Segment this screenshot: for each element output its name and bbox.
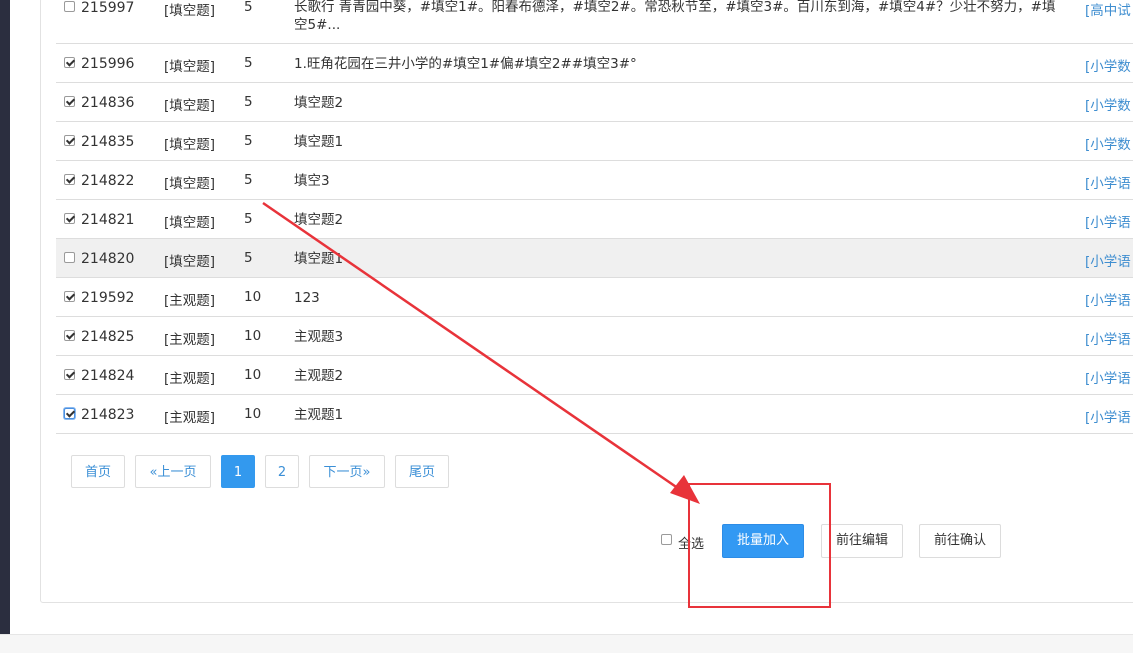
go-edit-button[interactable]: 前往编辑 <box>821 524 903 558</box>
select-all-label: 全选 <box>678 537 705 552</box>
question-id: 214824 <box>81 368 135 384</box>
question-id: 214821 <box>81 212 135 228</box>
next-page-button[interactable]: 下一页» <box>309 455 385 488</box>
table-row[interactable]: 214824 [主观题] 10 主观题2 [小学语 <box>56 356 1133 395</box>
table-row[interactable]: 215997 [填空题] 5 长歌行 青青园中葵，#填空1#。阳春布德泽，#填空… <box>56 0 1133 44</box>
row-checkbox[interactable] <box>64 408 75 419</box>
question-category-link[interactable]: [小学语 <box>1085 406 1131 426</box>
question-score: 5 <box>244 133 253 149</box>
question-score: 5 <box>244 250 253 266</box>
question-score: 10 <box>244 328 262 344</box>
question-score: 5 <box>244 211 253 227</box>
question-category-link[interactable]: [小学数 <box>1085 133 1131 153</box>
row-checkbox[interactable] <box>64 1 75 12</box>
left-sidebar-rail <box>0 0 10 634</box>
question-type: [填空题] <box>164 215 216 231</box>
table-row[interactable]: 214836 [填空题] 5 填空题2 [小学数 <box>56 83 1133 122</box>
question-score: 10 <box>244 289 262 305</box>
question-title: 填空题1 <box>294 251 344 267</box>
question-type: [填空题] <box>164 3 216 19</box>
row-checkbox[interactable] <box>64 213 75 224</box>
table-row[interactable]: 219592 [主观题] 10 123 [小学语 <box>56 278 1133 317</box>
question-score: 5 <box>244 94 253 110</box>
question-type: [主观题] <box>164 410 216 426</box>
question-score: 5 <box>244 55 253 71</box>
go-confirm-button[interactable]: 前往确认 <box>919 524 1001 558</box>
prev-page-button[interactable]: «上一页 <box>135 455 211 488</box>
question-title: 123 <box>294 290 320 306</box>
row-checkbox[interactable] <box>64 57 75 68</box>
question-id: 214825 <box>81 329 135 345</box>
question-category-link[interactable]: [小学语 <box>1085 289 1131 309</box>
question-category-link[interactable]: [小学语 <box>1085 367 1131 387</box>
question-title: 填空题2 <box>294 212 344 228</box>
question-score: 5 <box>244 172 253 188</box>
table-row[interactable]: 214821 [填空题] 5 填空题2 [小学语 <box>56 200 1133 239</box>
question-category-link[interactable]: [高中试 <box>1085 0 1131 19</box>
table-row[interactable]: 214825 [主观题] 10 主观题3 [小学语 <box>56 317 1133 356</box>
question-type: [主观题] <box>164 332 216 348</box>
question-category-link[interactable]: [小学语 <box>1085 172 1131 192</box>
question-type: [填空题] <box>164 176 216 192</box>
question-id: 215997 <box>81 0 135 16</box>
question-title: 1.旺角花园在三井小学的#填空1#偏#填空2##填空3#° <box>294 56 637 72</box>
table-row[interactable]: 215996 [填空题] 5 1.旺角花园在三井小学的#填空1#偏#填空2##填… <box>56 44 1133 83</box>
question-id: 214820 <box>81 251 135 267</box>
row-checkbox[interactable] <box>64 330 75 341</box>
question-title: 长歌行 青青园中葵，#填空1#。阳春布德泽，#填空2#。常恐秋节至，#填空3#。… <box>294 0 1056 33</box>
row-checkbox[interactable] <box>64 135 75 146</box>
page-1-button[interactable]: 1 <box>221 455 255 488</box>
question-id: 214836 <box>81 95 135 111</box>
question-title: 主观题3 <box>294 329 344 345</box>
row-checkbox[interactable] <box>64 252 75 263</box>
question-category-link[interactable]: [小学语 <box>1085 211 1131 231</box>
last-page-button[interactable]: 尾页 <box>395 455 449 488</box>
question-title: 主观题2 <box>294 368 344 384</box>
question-category-link[interactable]: [小学数 <box>1085 55 1131 75</box>
row-checkbox[interactable] <box>64 96 75 107</box>
table-row[interactable]: 214835 [填空题] 5 填空题1 [小学数 <box>56 122 1133 161</box>
table-row[interactable]: 214820 [填空题] 5 填空题1 [小学语 <box>56 239 1133 278</box>
question-type: [填空题] <box>164 98 216 114</box>
question-type: [主观题] <box>164 371 216 387</box>
question-title: 填空题1 <box>294 134 344 150</box>
page-footer-strip <box>0 634 1133 653</box>
question-id: 214823 <box>81 407 135 423</box>
question-type: [填空题] <box>164 254 216 270</box>
row-checkbox[interactable] <box>64 369 75 380</box>
question-category-link[interactable]: [小学数 <box>1085 94 1131 114</box>
question-category-link[interactable]: [小学语 <box>1085 250 1131 270</box>
select-all-box[interactable] <box>661 534 672 545</box>
question-score: 10 <box>244 406 262 422</box>
question-type: [主观题] <box>164 293 216 309</box>
table-row[interactable]: 214823 [主观题] 10 主观题1 [小学语 <box>56 395 1133 434</box>
batch-add-button[interactable]: 批量加入 <box>722 524 804 558</box>
question-id: 214835 <box>81 134 135 150</box>
question-score: 10 <box>244 367 262 383</box>
table-row[interactable]: 214822 [填空题] 5 填空3 [小学语 <box>56 161 1133 200</box>
question-title: 主观题1 <box>294 407 344 423</box>
question-id: 214822 <box>81 173 135 189</box>
question-score: 5 <box>244 0 253 15</box>
question-type: [填空题] <box>164 59 216 75</box>
question-type: [填空题] <box>164 137 216 153</box>
row-checkbox[interactable] <box>64 174 75 185</box>
question-title: 填空题2 <box>294 95 344 111</box>
question-category-link[interactable]: [小学语 <box>1085 328 1131 348</box>
page-2-button[interactable]: 2 <box>265 455 299 488</box>
question-id: 215996 <box>81 56 135 72</box>
question-id: 219592 <box>81 290 135 306</box>
question-title: 填空3 <box>294 173 330 189</box>
row-checkbox[interactable] <box>64 291 75 302</box>
first-page-button[interactable]: 首页 <box>71 455 125 488</box>
